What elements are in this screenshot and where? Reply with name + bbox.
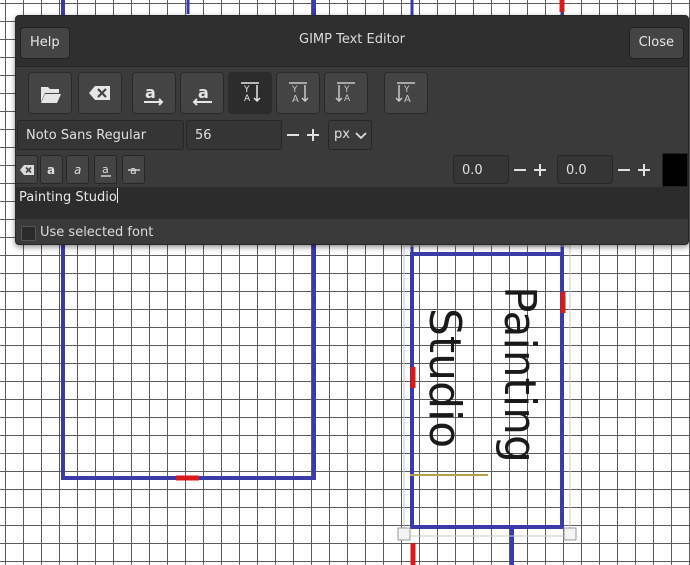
text-direction-vertical-ltr-upright-icon: A Y [335, 82, 355, 104]
vertical-rtl-upright-button[interactable]: A Y [228, 72, 272, 114]
svg-text:a: a [47, 163, 55, 177]
minus-icon [287, 134, 299, 136]
text-input-area[interactable]: Painting Studio [16, 187, 688, 219]
kerning-field[interactable]: 0.0 [557, 155, 613, 184]
kerning-decrease-button[interactable] [615, 161, 633, 179]
minus-icon [618, 169, 630, 171]
svg-text:A: A [292, 94, 299, 105]
canvas-text-painting: Painting [494, 286, 545, 463]
clear-style-icon [19, 164, 34, 175]
baseline-decrease-button[interactable] [511, 161, 529, 179]
svg-text:Y: Y [343, 85, 350, 95]
clear-text-button[interactable] [78, 72, 122, 114]
unit-value: px [334, 127, 350, 142]
text-direction-ltr-icon: a [144, 83, 164, 106]
dialog-header: Help GIMP Text Editor Close [16, 16, 688, 67]
svg-text:a: a [102, 163, 109, 176]
strikethrough-button[interactable]: a [122, 155, 145, 184]
plus-icon [307, 129, 319, 141]
resize-handle-bottom-left [397, 527, 411, 541]
open-file-button[interactable] [28, 72, 72, 114]
dialog-title: GIMP Text Editor [299, 32, 405, 47]
close-button[interactable]: Close [628, 27, 684, 59]
svg-text:A: A [404, 94, 411, 105]
svg-text:Y: Y [243, 85, 250, 95]
vertical-ltr-mixed-button[interactable]: A Y [384, 72, 428, 114]
italic-icon: a [74, 163, 81, 177]
canvas-text-studio: Studio [419, 308, 470, 448]
text-direction-vertical-rtl-mixed-icon: A Y [289, 82, 309, 105]
baseline-increase-button[interactable] [531, 161, 549, 179]
text-input-value: Painting Studio [19, 190, 117, 205]
text-direction-rtl-icon: a [192, 83, 212, 106]
underline-icon: a [100, 163, 111, 177]
italic-button[interactable]: a [66, 155, 89, 184]
underline-button[interactable]: a [94, 155, 117, 184]
vertical-ltr-upright-button[interactable]: A Y [324, 72, 368, 114]
bold-button[interactable]: a [40, 155, 63, 184]
font-size-decrease-button[interactable] [284, 126, 302, 144]
svg-text:a: a [198, 83, 209, 102]
plus-icon [534, 164, 546, 176]
font-family-field[interactable]: Noto Sans Regular [17, 120, 184, 150]
svg-text:Y: Y [291, 85, 298, 95]
chevron-down-icon [355, 132, 367, 140]
use-selected-font-label: Use selected font [40, 225, 154, 240]
text-editor-dialog: Help GIMP Text Editor Close a a A Y A Y … [15, 15, 689, 245]
vertical-rtl-mixed-button[interactable]: A Y [276, 72, 320, 114]
font-size-increase-button[interactable] [304, 126, 322, 144]
text-direction-vertical-ltr-mixed-icon: A Y [395, 82, 415, 105]
rtl-direction-button[interactable]: a [180, 72, 224, 114]
text-color-swatch[interactable] [662, 153, 688, 187]
svg-text:a: a [74, 163, 81, 177]
plus-icon [638, 164, 650, 176]
svg-text:Y: Y [403, 85, 410, 95]
use-selected-font-checkbox[interactable] [21, 226, 36, 241]
svg-text:A: A [244, 94, 251, 104]
clear-style-button[interactable] [15, 155, 38, 184]
bold-icon: a [47, 163, 55, 177]
svg-text:A: A [344, 94, 351, 104]
open-file-icon [41, 87, 61, 103]
strikethrough-icon: a [127, 164, 140, 177]
clear-text-icon [89, 86, 110, 100]
ltr-direction-button[interactable]: a [132, 72, 176, 114]
unit-select[interactable]: px [328, 120, 372, 150]
text-direction-vertical-rtl-upright-icon: A Y [241, 82, 261, 104]
resize-handle-bottom-right [563, 527, 577, 541]
kerning-increase-button[interactable] [635, 161, 653, 179]
font-size-field[interactable]: 56 [186, 120, 282, 150]
svg-text:a: a [145, 83, 156, 102]
minus-icon [514, 169, 526, 171]
baseline-offset-field[interactable]: 0.0 [453, 155, 509, 184]
text-caret [116, 188, 118, 203]
